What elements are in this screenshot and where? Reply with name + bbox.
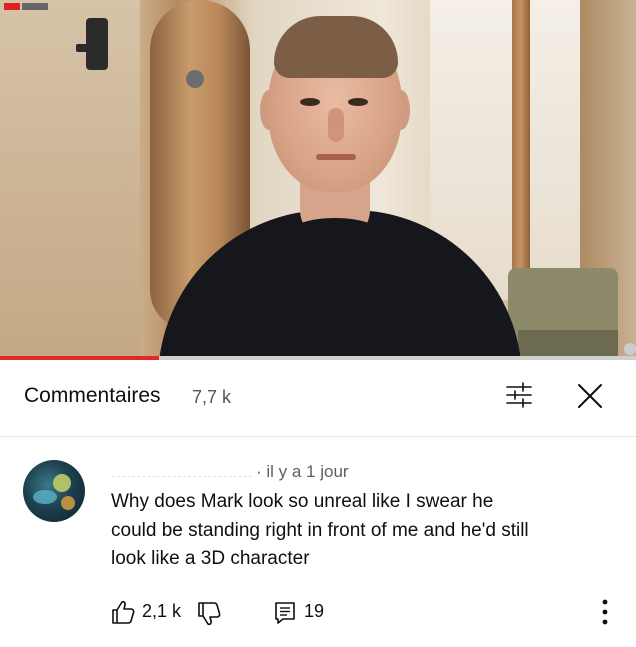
more-vertical-icon[interactable] xyxy=(600,598,610,626)
live-badge-gray xyxy=(22,3,48,10)
comment-text-line: look like a 3D character xyxy=(111,548,310,569)
close-icon[interactable] xyxy=(576,382,604,410)
live-badge xyxy=(4,3,48,11)
comments-count: 7,7 k xyxy=(192,387,232,407)
like-count: 2,1 k xyxy=(142,601,182,621)
sort-icon[interactable] xyxy=(504,380,534,410)
thumbs-up-icon[interactable] xyxy=(110,599,136,625)
avatar[interactable] xyxy=(23,460,85,522)
player-control-icon[interactable] xyxy=(624,343,636,355)
reply-count: 19 xyxy=(304,601,325,621)
avatar-detail xyxy=(53,474,71,492)
video-player[interactable] xyxy=(0,0,636,358)
chair-seat xyxy=(518,330,618,358)
person-nose xyxy=(328,108,344,142)
live-badge-red xyxy=(4,3,20,10)
person-collar xyxy=(290,218,380,248)
avatar-detail xyxy=(61,496,75,510)
comments-title: Commentaires xyxy=(24,384,161,407)
comment-text-line: could be standing right in front of me a… xyxy=(111,519,529,541)
avatar-detail xyxy=(33,490,57,504)
person-mouth xyxy=(316,154,356,160)
comments-header: Commentaires 7,7 k xyxy=(0,360,636,437)
comment-text: Why does Mark look so unreal like I swea… xyxy=(111,488,621,574)
person xyxy=(150,0,530,358)
redacted-username xyxy=(112,472,252,477)
comment-time: · il y a 1 jour xyxy=(256,462,349,481)
background-wall xyxy=(0,0,140,358)
person-eye-left xyxy=(300,98,320,106)
comment-text-line: Why does Mark look so unreal like I swea… xyxy=(111,491,494,512)
wall-hook xyxy=(76,18,108,70)
reply-icon[interactable] xyxy=(273,601,297,625)
thumbs-down-icon[interactable] xyxy=(196,601,222,627)
person-eye-right xyxy=(348,98,368,106)
person-hair xyxy=(274,16,398,78)
